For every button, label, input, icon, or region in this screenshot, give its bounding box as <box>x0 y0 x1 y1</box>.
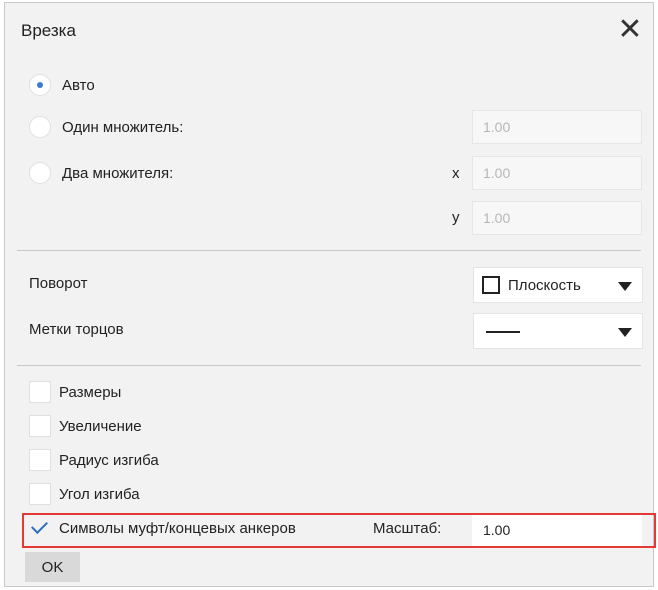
checkbox-bend-angle[interactable] <box>29 483 51 505</box>
checkbox-magnification[interactable] <box>29 415 51 437</box>
radio-auto[interactable] <box>29 74 51 96</box>
end-marks-select[interactable] <box>473 313 643 349</box>
rotation-select[interactable]: Плоскость <box>473 267 643 303</box>
checkbox-magnification-label: Увеличение <box>59 418 142 435</box>
y-factor-label: y <box>452 209 460 226</box>
title-bar: Врезка ✕ <box>5 3 653 58</box>
plane-icon <box>482 276 500 294</box>
checkbox-bend-angle-label: Угол изгиба <box>59 486 140 503</box>
ok-button[interactable]: OK <box>25 552 80 582</box>
checkbox-bend-radius-label: Радиус изгиба <box>59 452 159 469</box>
end-marks-label: Метки торцов <box>29 321 124 338</box>
insert-dialog: Врезка ✕ Авто Один множитель: Два множит… <box>4 2 656 587</box>
single-factor-input[interactable] <box>472 110 642 144</box>
divider <box>17 250 641 251</box>
dialog-title: Врезка <box>21 21 76 40</box>
rotation-label: Поворот <box>29 275 88 292</box>
chevron-down-icon <box>618 328 632 337</box>
divider <box>17 365 641 366</box>
chevron-down-icon <box>618 282 632 291</box>
close-icon[interactable]: ✕ <box>613 13 647 47</box>
x-factor-input[interactable] <box>472 156 642 190</box>
rotation-select-value: Плоскость <box>508 277 581 294</box>
radio-auto-label: Авто <box>62 77 95 94</box>
solid-line-icon <box>486 331 520 333</box>
radio-two-factors[interactable] <box>29 162 51 184</box>
x-factor-label: x <box>452 165 460 182</box>
checkbox-bend-radius[interactable] <box>29 449 51 471</box>
y-factor-input[interactable] <box>472 201 642 235</box>
radio-two-factors-label: Два множителя: <box>62 165 174 182</box>
highlight-box <box>22 513 656 548</box>
radio-single-factor-label: Один множитель: <box>62 119 184 136</box>
checkbox-dimensions-label: Размеры <box>59 384 122 401</box>
checkbox-dimensions[interactable] <box>29 381 51 403</box>
radio-single-factor[interactable] <box>29 116 51 138</box>
